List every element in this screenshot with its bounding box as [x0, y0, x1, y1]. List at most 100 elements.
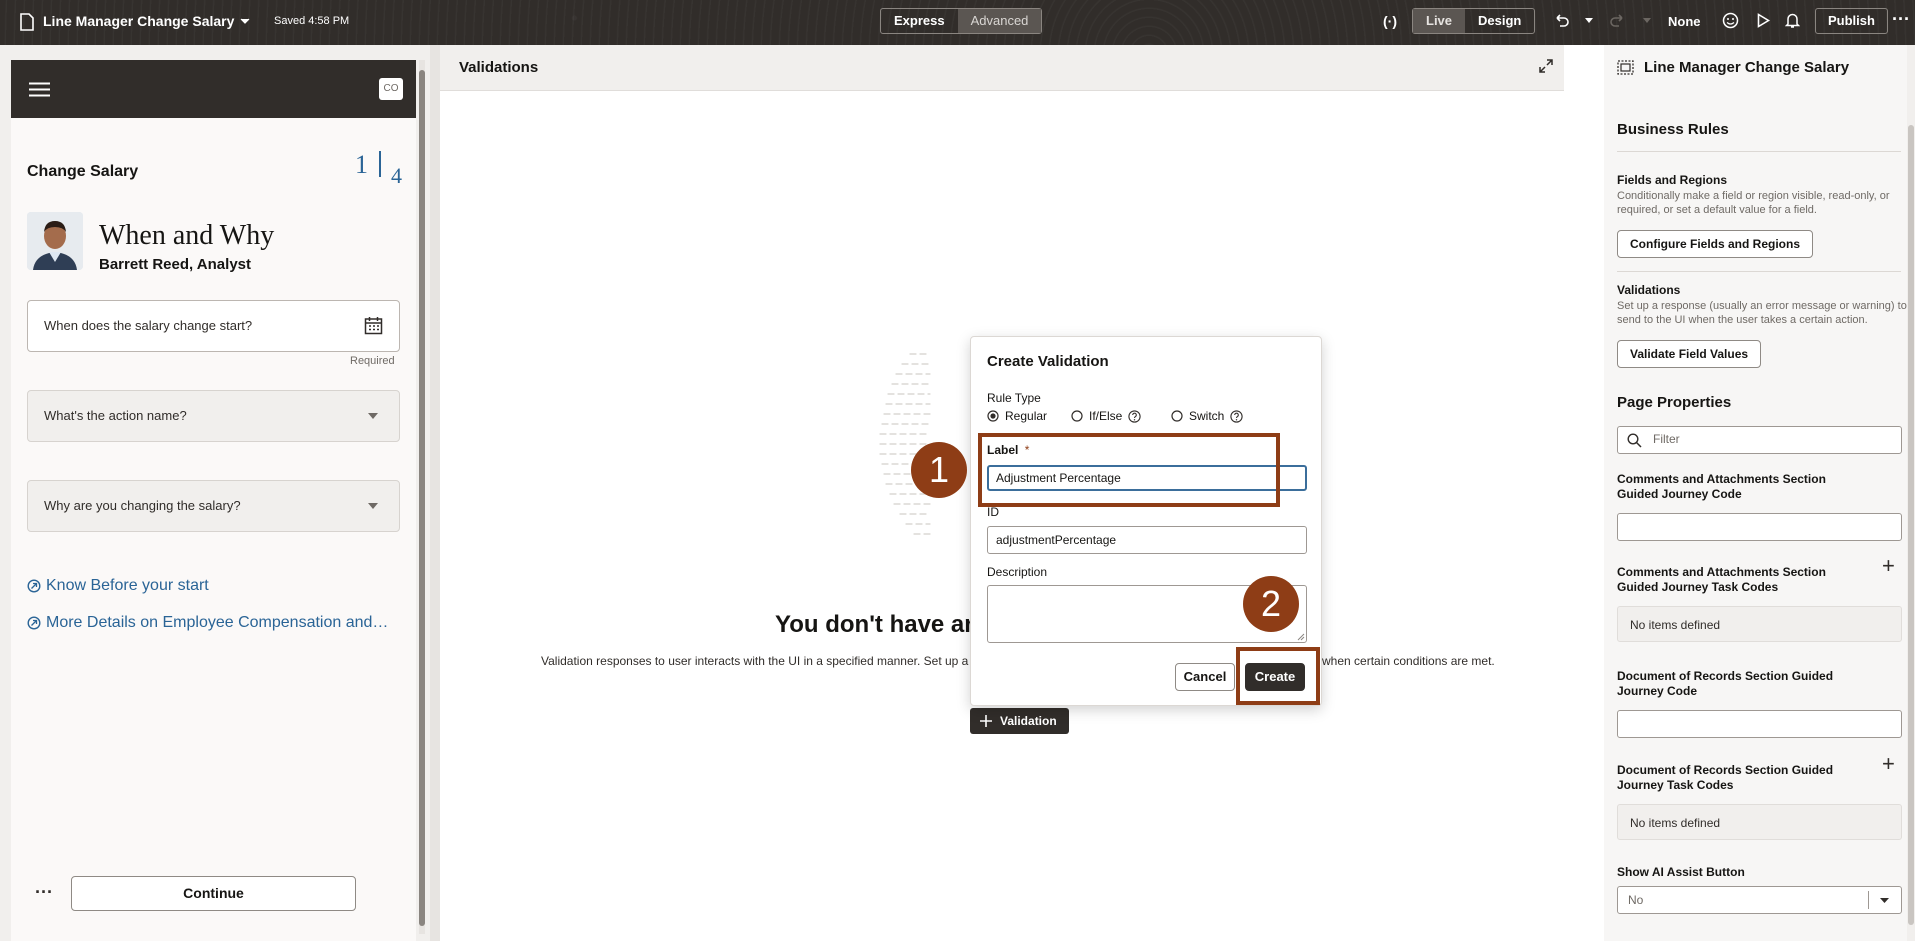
publish-button[interactable]: Publish: [1815, 8, 1888, 34]
properties-title: Line Manager Change Salary: [1644, 59, 1850, 76]
callout-badge-2: 2: [1243, 576, 1299, 632]
salary-change-date-field[interactable]: When does the salary change start?: [27, 300, 400, 352]
required-text: Required: [350, 355, 395, 367]
smiley-icon[interactable]: [1722, 12, 1739, 29]
comments-code-input[interactable]: [1617, 513, 1902, 541]
id-input-value: adjustmentPercentage: [996, 533, 1117, 547]
ai-assist-label: Show AI Assist Button: [1617, 865, 1745, 879]
rule-type-switch-label: Switch: [1189, 409, 1225, 423]
avatar[interactable]: CO: [379, 78, 403, 100]
cancel-button[interactable]: Cancel: [1175, 663, 1235, 691]
action-name-select[interactable]: What's the action name?: [27, 390, 400, 442]
page-title: Line Manager Change Salary: [43, 13, 235, 29]
radio-icon: [1071, 410, 1083, 422]
comments-task-label: Comments and Attachments Section Guided …: [1617, 565, 1826, 594]
dialog-title: Create Validation: [987, 353, 1109, 370]
rule-type-regular-label: Regular: [1005, 409, 1048, 423]
plus-icon: [980, 715, 992, 727]
validations-title: Validations: [1617, 283, 1681, 297]
properties-scrollbar-thumb[interactable]: [1908, 125, 1914, 925]
radio-icon: [1171, 410, 1183, 422]
mode-advanced-button[interactable]: Advanced: [957, 9, 1042, 33]
properties-panel: Line Manager Change Salary Business Rule…: [1604, 45, 1915, 941]
play-icon[interactable]: [1757, 13, 1770, 28]
view-design-button[interactable]: Design: [1465, 9, 1534, 33]
radio-checked-icon: [987, 410, 999, 422]
help-icon[interactable]: [1128, 409, 1142, 423]
link-more-details[interactable]: More Details on Employee Compensation an…: [27, 614, 388, 632]
empty-state-description: Validation responses to user interacts w…: [541, 654, 969, 668]
empty-state-heading: You don't have ar: [775, 611, 974, 638]
view-toggle: Live Design: [1412, 8, 1536, 34]
employee-photo: [27, 212, 83, 270]
doc-task-list: No items defined: [1617, 804, 1902, 840]
search-icon: [1627, 433, 1642, 448]
calendar-icon[interactable]: [364, 316, 383, 335]
step-current: 1: [355, 150, 368, 179]
zoom-select[interactable]: None: [1668, 14, 1701, 29]
action-name-placeholder: What's the action name?: [44, 408, 187, 423]
reason-select[interactable]: Why are you changing the salary?: [27, 480, 400, 532]
top-toolbar: Line Manager Change Salary Saved 4:58 PM…: [0, 0, 1915, 45]
no-items-text: No items defined: [1630, 618, 1721, 632]
id-input[interactable]: adjustmentPercentage: [987, 526, 1307, 554]
bell-icon[interactable]: [1785, 12, 1800, 29]
callout-badge-1: 1: [911, 442, 967, 498]
view-live-button[interactable]: Live: [1413, 9, 1466, 33]
salary-change-date-placeholder: When does the salary change start?: [44, 318, 253, 333]
link-know-before[interactable]: Know Before your start: [27, 577, 209, 595]
validate-field-values-button[interactable]: Validate Field Values: [1617, 340, 1762, 368]
link-icon: [27, 579, 41, 593]
continue-button[interactable]: Continue: [71, 876, 356, 911]
add-comments-task-icon[interactable]: +: [1882, 555, 1895, 577]
expand-icon[interactable]: [1539, 59, 1553, 73]
properties-scrollbar[interactable]: [1907, 45, 1915, 941]
configure-fields-button[interactable]: Configure Fields and Regions: [1617, 230, 1814, 258]
select-divider: [1868, 891, 1869, 909]
more-actions-icon[interactable]: ···: [35, 882, 53, 903]
hamburger-menu-icon[interactable]: [29, 82, 50, 97]
description-field-label: Description: [987, 565, 1048, 579]
flow-title: Change Salary: [27, 163, 139, 180]
expression-icon[interactable]: (·): [1383, 13, 1397, 29]
rule-type-ifelse-radio[interactable]: If/Else: [1071, 409, 1142, 423]
id-field-label: ID: [987, 505, 999, 519]
comments-code-label: Comments and Attachments Section Guided …: [1617, 472, 1826, 501]
redo-icon[interactable]: [1610, 13, 1626, 27]
properties-filter-input[interactable]: Filter: [1617, 426, 1902, 454]
resize-handle-icon[interactable]: [1297, 633, 1305, 641]
add-validation-button[interactable]: Validation: [970, 708, 1069, 734]
step-indicator: 1 4: [355, 150, 402, 188]
rule-type-regular-radio[interactable]: Regular: [987, 409, 1047, 423]
help-icon[interactable]: [1230, 409, 1243, 423]
pane-divider[interactable]: [430, 45, 440, 941]
validations-title: Validations: [459, 59, 539, 76]
add-validation-label: Validation: [1000, 714, 1057, 728]
section-heading: When and Why: [99, 220, 275, 251]
add-doc-task-icon[interactable]: +: [1882, 753, 1895, 775]
fields-regions-description: Conditionally make a field or region vis…: [1617, 190, 1890, 216]
more-options-icon[interactable]: ···: [1892, 9, 1910, 30]
ai-assist-select[interactable]: No: [1617, 886, 1902, 914]
chevron-down-icon: [368, 413, 378, 419]
rule-type-ifelse-label: If/Else: [1089, 409, 1123, 423]
callout-highlight-label: [978, 433, 1280, 507]
divider: [1617, 151, 1901, 152]
undo-menu-chevron-icon[interactable]: [1585, 18, 1593, 23]
business-rules-heading: Business Rules: [1617, 121, 1729, 138]
empty-state-illustration: [872, 346, 972, 546]
preview-scrollbar-thumb[interactable]: [419, 70, 425, 926]
doc-code-input[interactable]: [1617, 710, 1902, 738]
undo-icon[interactable]: [1553, 13, 1569, 27]
mode-express-button[interactable]: Express: [881, 9, 958, 33]
comments-task-list: No items defined: [1617, 606, 1902, 642]
page-properties-heading: Page Properties: [1617, 394, 1732, 411]
empty-state-description-tail: when certain conditions are met.: [1322, 654, 1495, 668]
preview-header: CO: [11, 60, 416, 118]
redo-menu-chevron-icon[interactable]: [1643, 18, 1651, 23]
rule-type-switch-radio[interactable]: Switch: [1171, 409, 1243, 423]
divider: [1617, 271, 1901, 272]
title-menu-chevron-icon[interactable]: [240, 18, 250, 25]
panel-gap: [1564, 45, 1604, 941]
preview-scrollbar[interactable]: [419, 60, 425, 934]
